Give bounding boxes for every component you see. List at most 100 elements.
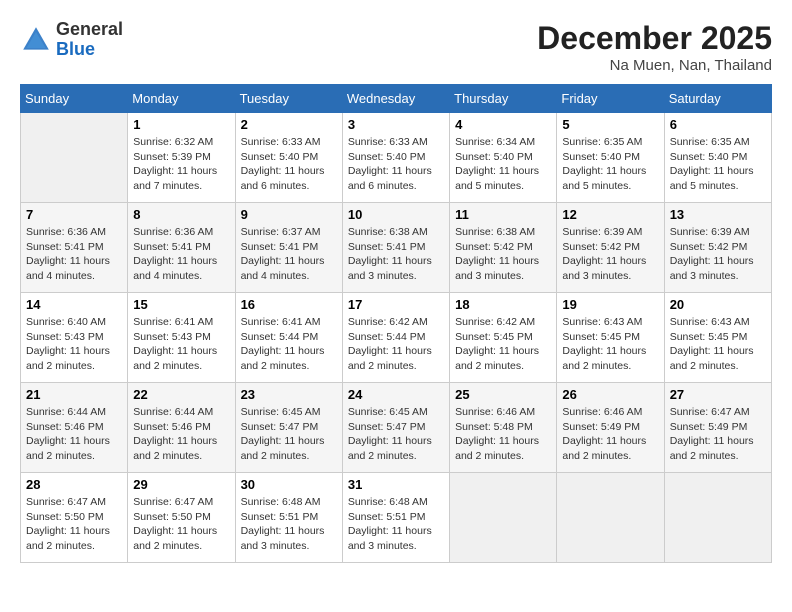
weekday-header-monday: Monday (128, 85, 235, 113)
cell-info: Sunrise: 6:45 AMSunset: 5:47 PMDaylight:… (348, 405, 444, 464)
day-number: 5 (562, 117, 658, 132)
calendar-week-5: 28Sunrise: 6:47 AMSunset: 5:50 PMDayligh… (21, 473, 772, 563)
calendar-cell (557, 473, 664, 563)
calendar-week-3: 14Sunrise: 6:40 AMSunset: 5:43 PMDayligh… (21, 293, 772, 383)
cell-info: Sunrise: 6:47 AMSunset: 5:50 PMDaylight:… (133, 495, 229, 554)
calendar-cell: 29Sunrise: 6:47 AMSunset: 5:50 PMDayligh… (128, 473, 235, 563)
calendar-cell: 9 Sunrise: 6:37 AMSunset: 5:41 PMDaylight… (235, 203, 342, 293)
calendar-table: SundayMondayTuesdayWednesdayThursdayFrid… (20, 84, 772, 563)
cell-info: Sunrise: 6:45 AMSunset: 5:47 PMDaylight:… (241, 405, 337, 464)
calendar-cell: 8Sunrise: 6:36 AMSunset: 5:41 PMDaylight… (128, 203, 235, 293)
day-number: 14 (26, 297, 122, 312)
day-number: 12 (562, 207, 658, 222)
month-title: December 2025 (537, 20, 772, 57)
cell-info: Sunrise: 6:46 AMSunset: 5:49 PMDaylight:… (562, 405, 658, 464)
day-number: 20 (670, 297, 766, 312)
day-number: 30 (241, 477, 337, 492)
day-number: 7 (26, 207, 122, 222)
calendar-cell: 28Sunrise: 6:47 AMSunset: 5:50 PMDayligh… (21, 473, 128, 563)
day-number: 15 (133, 297, 229, 312)
cell-info: Sunrise: 6:47 AMSunset: 5:50 PMDaylight:… (26, 495, 122, 554)
cell-info: Sunrise: 6:42 AMSunset: 5:44 PMDaylight:… (348, 315, 444, 374)
calendar-cell: 21 Sunrise: 6:44 AMSunset: 5:46 PMDayligh… (21, 383, 128, 473)
day-number: 24 (348, 387, 444, 402)
calendar-cell: 30 Sunrise: 6:48 AMSunset: 5:51 PMDayligh… (235, 473, 342, 563)
cell-info: Sunrise: 6:44 AMSunset: 5:46 PMDaylight:… (133, 405, 229, 464)
calendar-cell: 3 Sunrise: 6:33 AMSunset: 5:40 PMDaylight… (342, 113, 449, 203)
day-number: 2 (241, 117, 337, 132)
calendar-cell (664, 473, 771, 563)
day-number: 11 (455, 207, 551, 222)
calendar-cell: 5 Sunrise: 6:35 AMSunset: 5:40 PMDaylight… (557, 113, 664, 203)
cell-info: Sunrise: 6:33 AMSunset: 5:40 PMDaylight:… (348, 135, 444, 194)
day-number: 4 (455, 117, 551, 132)
day-number: 25 (455, 387, 551, 402)
calendar-cell: 13Sunrise: 6:39 AMSunset: 5:42 PMDayligh… (664, 203, 771, 293)
calendar-cell: 2Sunrise: 6:33 AMSunset: 5:40 PMDaylight… (235, 113, 342, 203)
calendar-week-4: 21 Sunrise: 6:44 AMSunset: 5:46 PMDayligh… (21, 383, 772, 473)
calendar-cell: 1 Sunrise: 6:32 AMSunset: 5:39 PMDaylight… (128, 113, 235, 203)
day-number: 31 (348, 477, 444, 492)
cell-info: Sunrise: 6:48 AMSunset: 5:51 PMDaylight:… (348, 495, 444, 554)
day-number: 18 (455, 297, 551, 312)
day-number: 21 (26, 387, 122, 402)
cell-info: Sunrise: 6:41 AMSunset: 5:44 PMDaylight:… (241, 315, 337, 374)
title-block: December 2025 Na Muen, Nan, Thailand (537, 20, 772, 74)
day-number: 22 (133, 387, 229, 402)
day-number: 26 (562, 387, 658, 402)
cell-info: Sunrise: 6:43 AMSunset: 5:45 PMDaylight:… (670, 315, 766, 374)
calendar-cell (21, 113, 128, 203)
weekday-header-friday: Friday (557, 85, 664, 113)
calendar-cell: 7 Sunrise: 6:36 AMSunset: 5:41 PMDaylight… (21, 203, 128, 293)
cell-info: Sunrise: 6:35 AMSunset: 5:40 PMDaylight:… (670, 135, 766, 194)
cell-info: Sunrise: 6:48 AMSunset: 5:51 PMDaylight:… (241, 495, 337, 554)
calendar-cell: 22 Sunrise: 6:44 AMSunset: 5:46 PMDayligh… (128, 383, 235, 473)
day-number: 10 (348, 207, 444, 222)
weekday-header-tuesday: Tuesday (235, 85, 342, 113)
calendar-cell: 27 Sunrise: 6:47 AMSunset: 5:49 PMDayligh… (664, 383, 771, 473)
day-number: 3 (348, 117, 444, 132)
day-number: 16 (241, 297, 337, 312)
day-number: 1 (133, 117, 229, 132)
calendar-week-2: 7 Sunrise: 6:36 AMSunset: 5:41 PMDaylight… (21, 203, 772, 293)
cell-info: Sunrise: 6:44 AMSunset: 5:46 PMDaylight:… (26, 405, 122, 464)
calendar-cell: 6 Sunrise: 6:35 AMSunset: 5:40 PMDaylight… (664, 113, 771, 203)
day-number: 19 (562, 297, 658, 312)
cell-info: Sunrise: 6:34 AMSunset: 5:40 PMDaylight:… (455, 135, 551, 194)
calendar-cell: 23 Sunrise: 6:45 AMSunset: 5:47 PMDayligh… (235, 383, 342, 473)
calendar-header: SundayMondayTuesdayWednesdayThursdayFrid… (21, 85, 772, 113)
calendar-cell: 16 Sunrise: 6:41 AMSunset: 5:44 PMDayligh… (235, 293, 342, 383)
day-number: 17 (348, 297, 444, 312)
cell-info: Sunrise: 6:35 AMSunset: 5:40 PMDaylight:… (562, 135, 658, 194)
weekday-header-thursday: Thursday (450, 85, 557, 113)
day-number: 27 (670, 387, 766, 402)
cell-info: Sunrise: 6:37 AMSunset: 5:41 PMDaylight:… (241, 225, 337, 284)
calendar-body: 1 Sunrise: 6:32 AMSunset: 5:39 PMDaylight… (21, 113, 772, 563)
calendar-cell: 15Sunrise: 6:41 AMSunset: 5:43 PMDayligh… (128, 293, 235, 383)
calendar-cell: 31 Sunrise: 6:48 AMSunset: 5:51 PMDayligh… (342, 473, 449, 563)
calendar-cell: 4 Sunrise: 6:34 AMSunset: 5:40 PMDaylight… (450, 113, 557, 203)
cell-info: Sunrise: 6:46 AMSunset: 5:48 PMDaylight:… (455, 405, 551, 464)
logo-general: General (56, 19, 123, 39)
day-number: 9 (241, 207, 337, 222)
cell-info: Sunrise: 6:43 AMSunset: 5:45 PMDaylight:… (562, 315, 658, 374)
day-number: 23 (241, 387, 337, 402)
calendar-cell: 17 Sunrise: 6:42 AMSunset: 5:44 PMDayligh… (342, 293, 449, 383)
logo-text: General Blue (56, 20, 123, 60)
calendar-cell: 18 Sunrise: 6:42 AMSunset: 5:45 PMDayligh… (450, 293, 557, 383)
cell-info: Sunrise: 6:38 AMSunset: 5:42 PMDaylight:… (455, 225, 551, 284)
cell-info: Sunrise: 6:47 AMSunset: 5:49 PMDaylight:… (670, 405, 766, 464)
calendar-cell: 26 Sunrise: 6:46 AMSunset: 5:49 PMDayligh… (557, 383, 664, 473)
calendar-week-1: 1 Sunrise: 6:32 AMSunset: 5:39 PMDaylight… (21, 113, 772, 203)
calendar-cell: 19 Sunrise: 6:43 AMSunset: 5:45 PMDayligh… (557, 293, 664, 383)
day-number: 13 (670, 207, 766, 222)
cell-info: Sunrise: 6:42 AMSunset: 5:45 PMDaylight:… (455, 315, 551, 374)
page-header: General Blue December 2025 Na Muen, Nan,… (20, 20, 772, 74)
day-number: 6 (670, 117, 766, 132)
logo: General Blue (20, 20, 123, 60)
calendar-cell: 14Sunrise: 6:40 AMSunset: 5:43 PMDayligh… (21, 293, 128, 383)
cell-info: Sunrise: 6:36 AMSunset: 5:41 PMDaylight:… (26, 225, 122, 284)
calendar-cell: 25 Sunrise: 6:46 AMSunset: 5:48 PMDayligh… (450, 383, 557, 473)
cell-info: Sunrise: 6:32 AMSunset: 5:39 PMDaylight:… (133, 135, 229, 194)
cell-info: Sunrise: 6:39 AMSunset: 5:42 PMDaylight:… (562, 225, 658, 284)
